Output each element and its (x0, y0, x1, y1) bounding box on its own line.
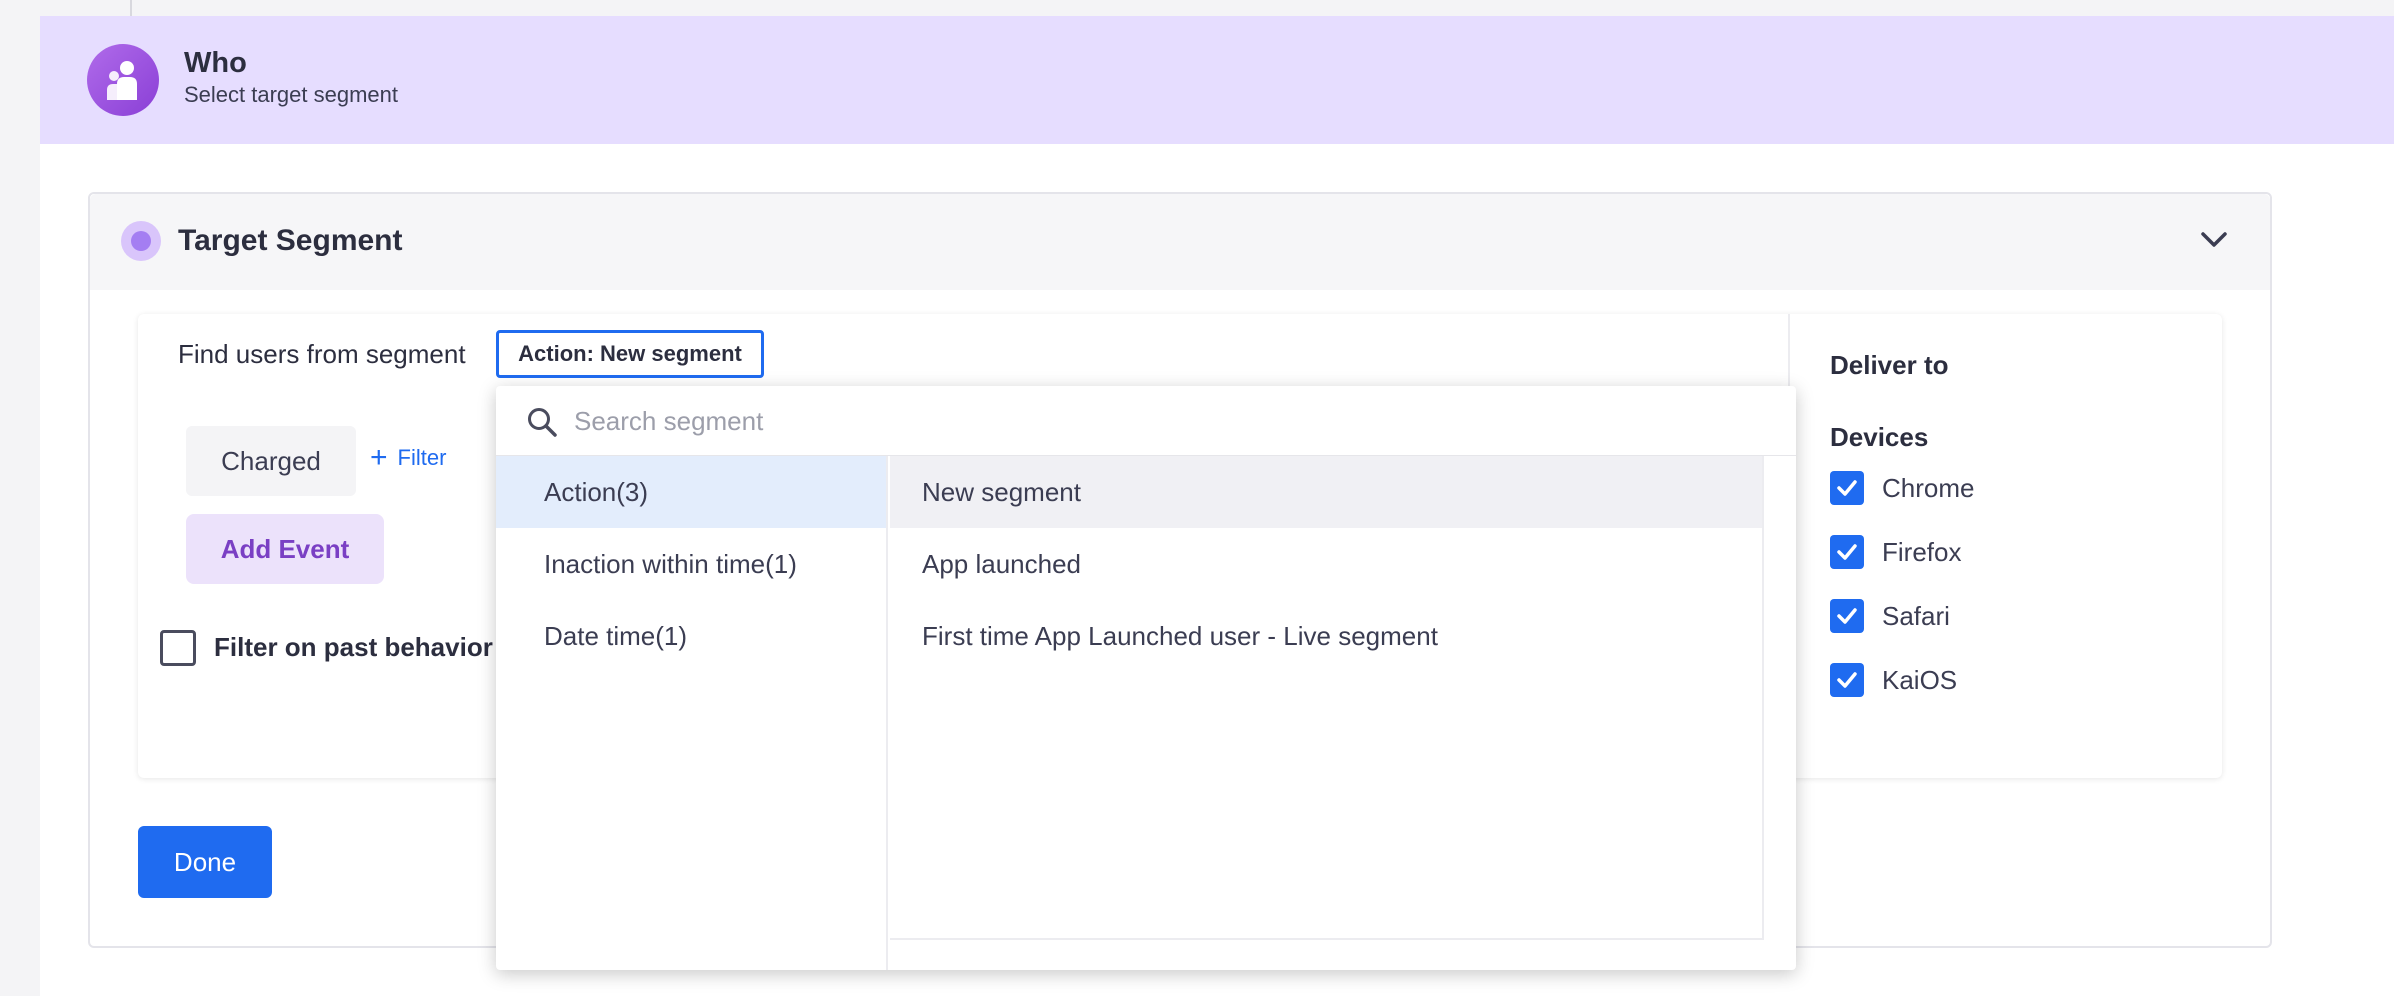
add-filter-label: Filter (397, 445, 447, 470)
event-chip[interactable]: Charged (186, 426, 356, 496)
device-label: Chrome (1882, 472, 1975, 503)
category-list: Action(3) Inaction within time(1) Date t… (496, 456, 888, 970)
chevron-down-icon[interactable] (2200, 230, 2228, 255)
device-label: Firefox (1882, 536, 1962, 567)
device-row-kaios[interactable]: KaiOS (1830, 663, 1957, 697)
segment-item[interactable]: App launched (890, 528, 1762, 600)
timeline-connector (130, 0, 132, 16)
segment-list[interactable]: New segment App launched First time App … (890, 456, 1764, 940)
devices-title: Devices (1830, 422, 1929, 452)
who-subtitle: Select target segment (184, 82, 399, 107)
target-segment-header[interactable] (90, 194, 2270, 290)
deliver-to-title: Deliver to (1830, 350, 1949, 380)
target-segment-title: Target Segment (178, 224, 403, 257)
category-item-inaction[interactable]: Inaction within time(1) (496, 528, 886, 600)
checkbox-checked-icon[interactable] (1830, 535, 1864, 569)
device-label: KaiOS (1882, 664, 1958, 695)
segment-item[interactable]: New segment (890, 456, 1762, 528)
device-row-firefox[interactable]: Firefox (1830, 535, 1961, 569)
who-title: Who (184, 47, 247, 79)
plus-icon: + (370, 441, 388, 474)
users-icon (87, 44, 159, 116)
device-row-safari[interactable]: Safari (1830, 599, 1950, 633)
find-users-label: Find users from segment (178, 339, 466, 369)
segment-item[interactable]: First time App Launched user - Live segm… (890, 600, 1762, 672)
checkbox-checked-icon[interactable] (1830, 599, 1864, 633)
done-button[interactable]: Done (138, 826, 272, 898)
category-item-date-time[interactable]: Date time(1) (496, 600, 886, 672)
past-behavior-checkbox[interactable] (160, 630, 196, 666)
search-input[interactable] (574, 400, 1754, 442)
who-section-header: Who Select target segment (40, 16, 2394, 144)
add-filter-link[interactable]: + Filter (370, 441, 447, 474)
search-icon (528, 408, 557, 437)
segment-select[interactable]: Action: New segment (496, 330, 764, 378)
segment-status-dot (131, 231, 151, 251)
checkbox-checked-icon[interactable] (1830, 663, 1864, 697)
device-label: Safari (1882, 600, 1950, 631)
past-behavior-label: Filter on past behavior (214, 632, 493, 662)
checkbox-checked-icon[interactable] (1830, 471, 1864, 505)
device-row-chrome[interactable]: Chrome (1830, 471, 1974, 505)
left-gutter (0, 0, 40, 996)
search-bar (496, 386, 1796, 456)
add-event-button[interactable]: Add Event (186, 514, 384, 584)
category-item-action[interactable]: Action(3) (496, 456, 886, 528)
segment-dropdown: Action(3) Inaction within time(1) Date t… (496, 386, 1796, 970)
